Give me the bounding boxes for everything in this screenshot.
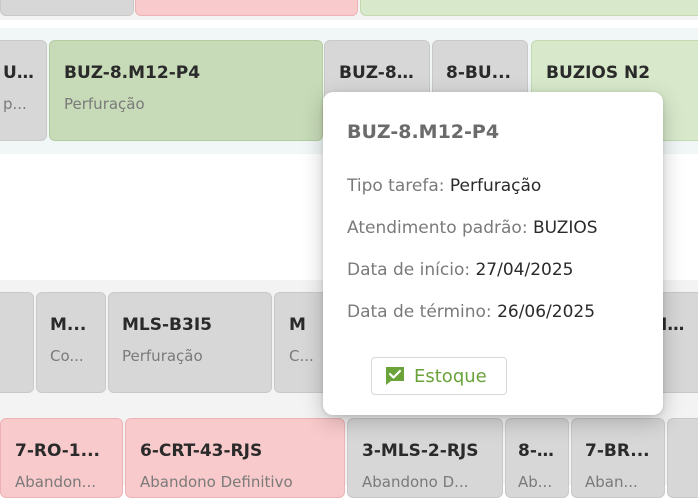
task-card-top-2[interactable] [135,0,358,16]
task-card-edge[interactable] [667,418,698,498]
task-card-title: BUZIOS N2 [546,63,651,83]
field-label: Data de término: [347,302,492,322]
task-card[interactable]: 7-BR... Aban... [571,418,665,498]
task-card-title: M... [50,315,87,335]
task-card-title: 3-MLS-2-RJS [362,441,479,461]
field-value: Perfuração [449,176,542,196]
task-card-subtitle: Abandono D... [362,473,469,491]
task-card[interactable]: 6-CRT-43-RJS Abandono Definitivo [125,418,345,498]
task-card[interactable]: 3-MLS-2-RJS Abandono D... [347,418,503,498]
task-card-top-3[interactable] [360,0,698,16]
estoque-button[interactable]: Estoque [371,357,507,395]
field-data-inicio: Data de início: 27/04/2025 [347,260,573,280]
task-card-subtitle: Co... [50,347,84,365]
task-card-title: M [289,315,306,335]
task-card[interactable]: 8-... Ab... [505,418,569,498]
task-card-title: I... [661,315,685,335]
task-card-subtitle: Abandon... [15,473,96,491]
task-card-subtitle: C... [289,347,314,365]
field-label: Atendimento padrão: [347,218,528,238]
task-card-title: U... [3,63,36,83]
field-value: BUZIOS [532,218,598,238]
estoque-button-label: Estoque [414,365,487,387]
field-label: Data de início: [347,260,471,280]
field-atendimento-padrao: Atendimento padrão: BUZIOS [347,218,598,238]
task-card[interactable]: U... p... [0,40,47,141]
task-card-subtitle: Aban... [585,473,638,491]
field-tipo-tarefa: Tipo tarefa: Perfuração [347,176,541,196]
task-card[interactable]: M... Co... [36,292,106,393]
task-card-title: 6-CRT-43-RJS [140,441,263,461]
task-card[interactable] [0,292,34,393]
task-card-title: 7-BR... [585,441,650,461]
task-card-title: BUZ-8.M12-P4 [64,63,201,83]
task-card-title: 8-BU... [446,63,512,83]
task-card-subtitle: Perfuração [64,95,145,113]
chat-check-icon [384,365,406,387]
field-value: 27/04/2025 [475,260,574,280]
task-card[interactable]: MLS-B3I5 Perfuração [108,292,272,393]
task-card-title: 7-RO-1... [15,441,100,461]
task-card-title: MLS-B3I5 [122,315,212,335]
task-details-popover: BUZ-8.M12-P4 Tipo tarefa: Perfuração Ate… [323,92,663,415]
task-card-subtitle: Ab... [518,473,553,491]
task-card-title: BUZ-8... [339,63,415,83]
task-card-top-1[interactable] [0,0,134,16]
field-data-termino: Data de término: 26/06/2025 [347,302,595,322]
task-card-title: 8-... [518,441,556,461]
popover-title: BUZ-8.M12-P4 [347,121,500,143]
task-card[interactable]: BUZ-8.M12-P4 Perfuração [49,40,323,141]
field-label: Tipo tarefa: [347,176,445,196]
task-card-subtitle: Abandono Definitivo [140,473,293,491]
task-card-subtitle: Perfuração [122,347,203,365]
field-value: 26/06/2025 [497,302,596,322]
task-card-subtitle: p... [3,95,27,113]
task-card[interactable]: 7-RO-1... Abandon... [0,418,123,498]
